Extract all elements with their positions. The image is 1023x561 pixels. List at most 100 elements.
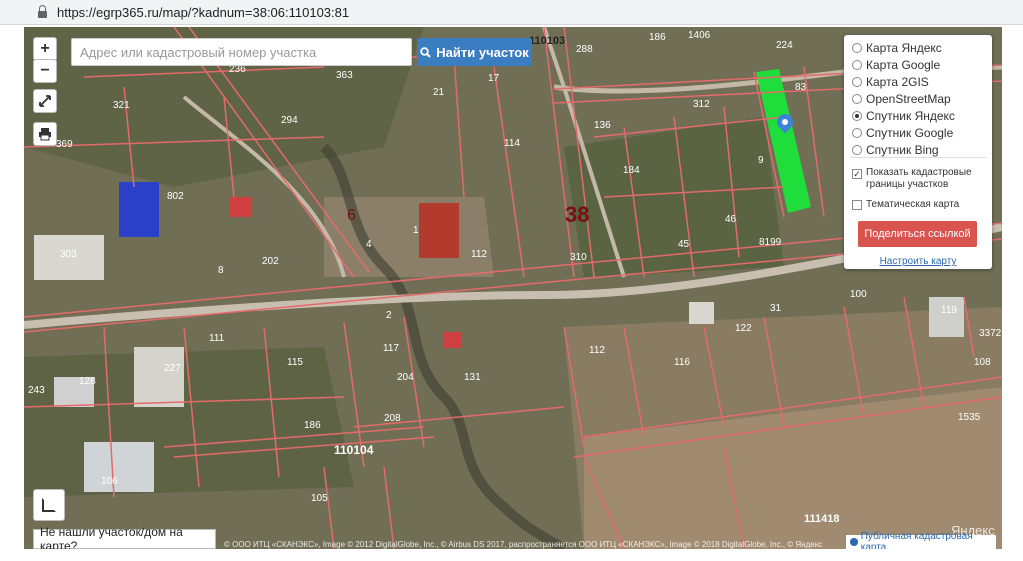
printer-icon (39, 128, 51, 141)
parcel-label: 17 (488, 73, 500, 84)
parcel-label: 106 (101, 476, 118, 487)
parcel-label: 186 (304, 420, 321, 431)
layer-option-label: Спутник Яндекс (866, 109, 955, 123)
parcel-label: 312 (693, 99, 710, 110)
parcel-label: 802 (167, 191, 184, 202)
find-parcel-label: Найти участок (436, 44, 529, 60)
parcel-label: 310 (570, 252, 587, 263)
radio-icon (852, 128, 862, 138)
map-canvas[interactable]: 38 6 110103 110104 111418 8199 236 363 3… (24, 27, 1002, 549)
parcel-label: 1535 (958, 412, 981, 423)
thematic-map-toggle[interactable]: Тематическая карта (852, 199, 959, 211)
layer-option-label: OpenStreetMap (866, 92, 951, 106)
checkbox-icon (852, 200, 862, 210)
layer-option-label: Спутник Bing (866, 143, 939, 157)
parcel-label: 363 (336, 70, 353, 81)
show-boundaries-toggle[interactable]: ✓ Показать кадастровые границы участков (852, 167, 984, 191)
search-icon (420, 46, 431, 58)
parcel-label: 1406 (688, 30, 711, 41)
parcel-label: 1 (413, 225, 419, 236)
parcel-label: 112 (471, 249, 487, 260)
parcel-label: 114 (504, 138, 520, 149)
parcel-label: 112 (589, 345, 605, 356)
share-link-button[interactable]: Поделиться ссылкой (858, 221, 977, 247)
parcel-label: 83 (795, 82, 807, 93)
parcel-label: 224 (776, 40, 793, 51)
thematic-map-label: Тематическая карта (866, 199, 960, 210)
show-boundaries-label: Показать кадастровые границы участков (866, 167, 972, 190)
parcel-label: 294 (281, 115, 298, 126)
layer-option-2gis-map[interactable]: Карта 2GIS (852, 75, 929, 89)
zoom-in-button[interactable]: + (33, 37, 57, 61)
parcel-label: 186 (649, 32, 666, 43)
parcel-label: 105 (311, 493, 328, 504)
fullscreen-button[interactable] (33, 89, 57, 113)
parcel-label: 115 (287, 357, 303, 368)
parcel-label: 204 (397, 372, 414, 383)
zoom-out-button[interactable]: − (33, 59, 57, 83)
expand-icon (39, 95, 51, 107)
radio-icon (852, 94, 862, 104)
public-cadastral-map-link[interactable]: Публичная кадастровая карта (846, 531, 996, 549)
quarter-label: 111418 (804, 513, 840, 525)
parcel-label: 321 (113, 100, 130, 111)
layers-icon (42, 498, 56, 512)
parcel-label: 21 (433, 87, 445, 98)
divider (850, 157, 986, 158)
map-copyright: © ООО ИТЦ «СКАНЭКС», Image © 2012 Digita… (224, 540, 823, 549)
parcel-label: 303 (60, 249, 77, 260)
map-layers-panel: Карта Яндекс Карта Google Карта 2GIS Ope… (844, 35, 992, 269)
parcel-label: 288 (576, 44, 593, 55)
parcel-label: 131 (464, 372, 481, 383)
parcel-label: 116 (674, 357, 690, 368)
parcel-label: 119 (941, 305, 957, 316)
layer-option-yandex-map[interactable]: Карта Яндекс (852, 41, 942, 55)
browser-address-bar[interactable]: https://egrp365.ru/map/?kadnum=38:06:110… (0, 0, 1023, 25)
quarter-label: 110104 (334, 443, 374, 457)
parcel-label: 136 (594, 120, 611, 131)
parcel-label: 184 (623, 165, 640, 176)
parcel-label: 128 (79, 376, 96, 387)
parcel-label: 45 (678, 239, 690, 250)
radio-icon (852, 77, 862, 87)
layer-option-label: Карта Google (866, 58, 941, 72)
block-label: 6 (347, 207, 356, 224)
checkbox-checked-icon: ✓ (852, 169, 862, 179)
parcel-label: 369 (56, 139, 73, 150)
parcel-label: 117 (383, 343, 399, 354)
parcel-label: 31 (770, 303, 782, 314)
parcel-label: 100 (850, 289, 867, 300)
layer-option-label: Спутник Google (866, 126, 954, 140)
layer-option-openstreetmap[interactable]: OpenStreetMap (852, 92, 951, 106)
find-parcel-button[interactable]: Найти участок (417, 38, 532, 66)
parcel-label: 122 (735, 323, 752, 334)
parcel-label: 202 (262, 256, 279, 267)
layer-option-label: Карта 2GIS (866, 75, 929, 89)
layer-option-yandex-satellite[interactable]: Спутник Яндекс (852, 109, 955, 123)
layer-option-google-satellite[interactable]: Спутник Google (852, 126, 953, 140)
configure-map-link[interactable]: Настроить карту (844, 256, 992, 267)
search-input[interactable] (71, 38, 412, 66)
parcel-label: 108 (974, 357, 991, 368)
parcel-label: 9 (758, 155, 764, 166)
radio-icon (852, 145, 862, 155)
not-found-button[interactable]: Не нашли участок/дом на карте? (33, 525, 216, 549)
layer-option-google-map[interactable]: Карта Google (852, 58, 940, 72)
print-button[interactable] (33, 122, 57, 146)
radio-icon (852, 60, 862, 70)
parcel-label: 227 (164, 363, 181, 374)
radio-icon (852, 43, 862, 53)
layer-option-label: Карта Яндекс (866, 41, 942, 55)
layer-option-bing-satellite[interactable]: Спутник Bing (852, 143, 939, 157)
parcel-label: 243 (28, 385, 45, 396)
block-label: 38 (565, 202, 590, 227)
parcel-label: 8199 (759, 237, 782, 248)
parcel-label: 111 (209, 333, 225, 344)
lock-icon (38, 4, 47, 18)
url-text[interactable]: https://egrp365.ru/map/?kadnum=38:06:110… (57, 5, 349, 20)
public-cadastral-map-label: Публичная кадастровая карта (860, 531, 973, 549)
layers-toggle-button[interactable] (33, 489, 65, 521)
parcel-label: 2 (386, 310, 392, 321)
radio-selected-icon (852, 111, 862, 121)
quarter-label: 110103 (529, 35, 566, 47)
